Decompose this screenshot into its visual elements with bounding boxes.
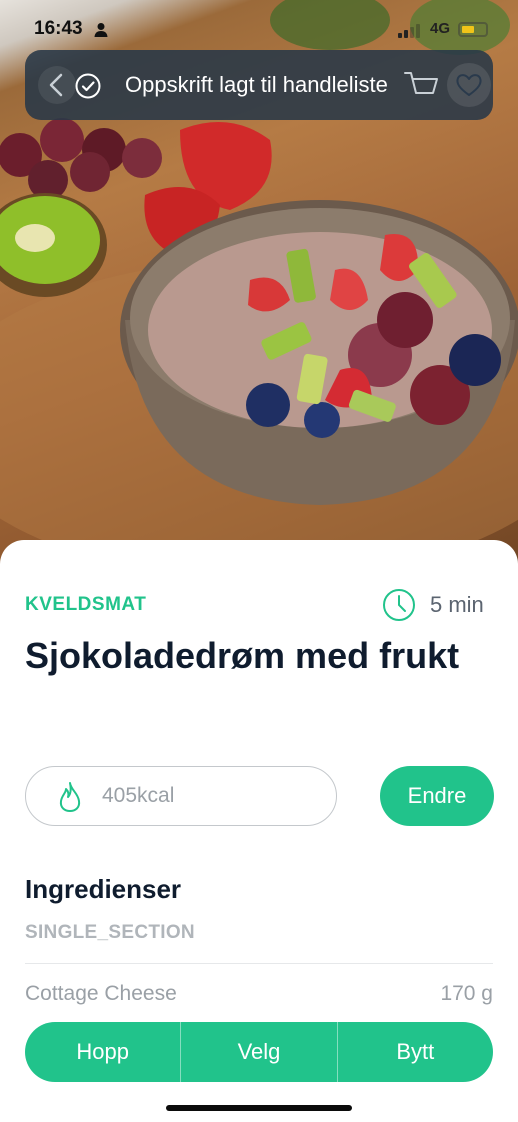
toast-message: Oppskrift lagt til handleliste (125, 72, 388, 97)
ingredient-name: Cottage Cheese (25, 982, 177, 1005)
signal-icon (398, 24, 420, 38)
calories-field: 405kcal (25, 766, 337, 826)
toast-notification: Oppskrift lagt til handleliste (25, 50, 493, 120)
check-circle-icon (75, 73, 101, 99)
home-indicator[interactable] (166, 1105, 352, 1111)
status-bar: 16:43 4G (0, 14, 518, 44)
ingredients-section-label: SINGLE_SECTION (25, 922, 195, 943)
status-time: 16:43 (34, 18, 83, 39)
calories-value: 405kcal (102, 784, 175, 807)
edit-button[interactable]: Endre (380, 766, 494, 826)
recipe-title: Sjokoladedrøm med frukt (25, 635, 460, 676)
action-bar: Hopp Velg Bytt (25, 1022, 493, 1082)
person-icon (94, 23, 108, 37)
clock-icon (383, 589, 415, 621)
heart-icon[interactable] (445, 61, 493, 109)
ingredient-amount: 170 g (440, 982, 493, 1005)
recipe-duration: 5 min (430, 592, 484, 617)
divider (25, 963, 493, 964)
battery-icon (458, 22, 488, 37)
skip-button[interactable]: Hopp (25, 1022, 180, 1082)
cart-icon[interactable] (397, 63, 445, 107)
network-type: 4G (430, 20, 451, 37)
ingredients-heading: Ingredienser (25, 874, 182, 904)
back-arrow-icon[interactable] (37, 65, 77, 105)
flame-icon (59, 782, 81, 812)
choose-button[interactable]: Velg (181, 1022, 336, 1082)
swap-button[interactable]: Bytt (338, 1022, 493, 1082)
recipe-category: KVELDSMAT (25, 594, 147, 615)
